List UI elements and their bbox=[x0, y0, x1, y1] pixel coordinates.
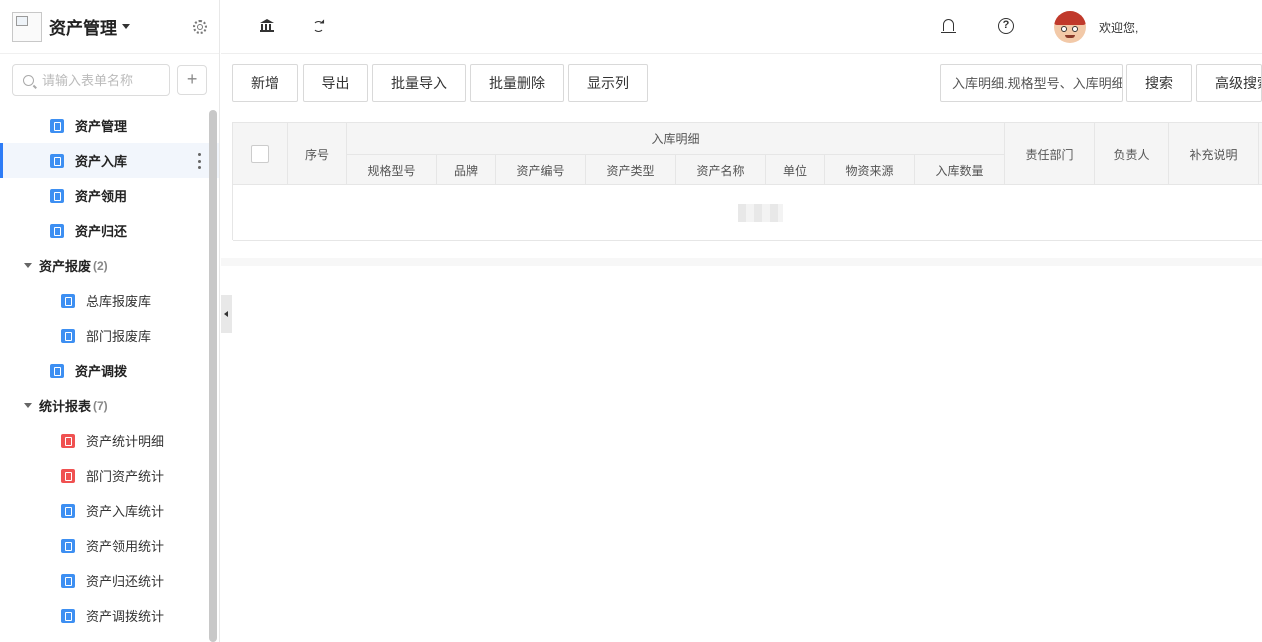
col-brand[interactable]: 品牌 bbox=[437, 154, 496, 185]
sidebar-item-label: 资产归还 bbox=[75, 224, 128, 239]
sidebar-item-asset-inbound[interactable]: 资产入库 bbox=[0, 143, 219, 178]
sidebar-item-label: 资产归还统计 bbox=[86, 574, 165, 589]
loading-placeholder bbox=[738, 204, 783, 222]
sidebar-item-asset-return[interactable]: 资产归还 bbox=[0, 213, 219, 248]
document-icon bbox=[61, 538, 75, 553]
sidebar-item-label: 资产统计明细 bbox=[86, 434, 165, 449]
sidebar-item-asset-management[interactable]: 资产管理 bbox=[0, 108, 219, 143]
sidebar-item-label: 资产调拨 bbox=[75, 364, 128, 379]
bell-icon[interactable] bbox=[941, 19, 956, 33]
avatar[interactable] bbox=[1054, 11, 1086, 43]
col-group-inbound-detail: 入库明细 bbox=[347, 123, 1005, 154]
document-icon bbox=[61, 468, 75, 483]
document-icon bbox=[50, 223, 64, 238]
refresh-icon[interactable] bbox=[313, 21, 324, 32]
sidebar-item-label: 部门资产统计 bbox=[86, 469, 165, 484]
sidebar-item-asset-requisition[interactable]: 资产领用 bbox=[0, 178, 219, 213]
help-icon[interactable]: ? bbox=[998, 18, 1014, 34]
document-icon bbox=[50, 153, 64, 168]
sidebar-header: 资产管理 bbox=[0, 0, 219, 54]
col-asset-code[interactable]: 资产编号 bbox=[496, 154, 586, 185]
document-icon bbox=[61, 608, 75, 623]
sidebar-item-inbound-stats[interactable]: 资产入库统计 bbox=[0, 493, 219, 528]
sidebar-item-dept-scrap-library[interactable]: 部门报废库 bbox=[0, 318, 219, 353]
col-owner[interactable]: 负责人 bbox=[1095, 123, 1169, 185]
select-all-cell bbox=[233, 123, 288, 185]
advanced-search-button[interactable]: 高级搜索 bbox=[1196, 64, 1262, 102]
search-icon bbox=[23, 74, 34, 86]
sidebar-group-statistics[interactable]: 统计报表 (7) bbox=[0, 388, 219, 423]
col-responsible-dept[interactable]: 责任部门 bbox=[1005, 123, 1095, 185]
gear-icon[interactable] bbox=[193, 19, 207, 34]
show-columns-button[interactable]: 显示列 bbox=[568, 64, 648, 102]
batch-delete-button[interactable]: 批量删除 bbox=[470, 64, 564, 102]
sidebar-item-label: 资产入库 bbox=[75, 154, 128, 169]
sidebar-item-label: 总库报废库 bbox=[86, 294, 152, 309]
sidebar-group-label: 统计报表 bbox=[39, 399, 92, 414]
record-search-input[interactable] bbox=[941, 65, 1122, 101]
triangle-down-icon bbox=[24, 263, 32, 268]
more-vertical-icon[interactable] bbox=[198, 153, 201, 169]
col-unit[interactable]: 单位 bbox=[766, 154, 825, 185]
sidebar-item-label: 资产领用 bbox=[75, 189, 128, 204]
record-search-box[interactable] bbox=[940, 64, 1123, 102]
sidebar-group-asset-scrap[interactable]: 资产报废 (2) bbox=[0, 248, 219, 283]
col-index[interactable]: 序号 bbox=[288, 123, 347, 185]
col-spec-model[interactable]: 规格型号 bbox=[347, 154, 437, 185]
sidebar-group-label: 资产报废 bbox=[39, 259, 92, 274]
table-header: 序号 入库明细 规格型号 品牌 资产编号 资产类型 资产名称 单位 物资来源 入… bbox=[233, 123, 1262, 185]
add-button[interactable]: 新增 bbox=[232, 64, 298, 102]
group-count: (2) bbox=[93, 258, 108, 273]
triangle-down-icon bbox=[24, 403, 32, 408]
sidebar-item-transfer-stats[interactable]: 资产调拨统计 bbox=[0, 598, 219, 633]
add-form-button[interactable]: + bbox=[177, 65, 207, 95]
topbar: ? 欢迎您, bbox=[221, 0, 1262, 54]
toolbar: 新增 导出 批量导入 批量删除 显示列 搜索 高级搜索 bbox=[232, 64, 1262, 102]
search-button[interactable]: 搜索 bbox=[1126, 64, 1192, 102]
document-icon bbox=[61, 503, 75, 518]
app-title[interactable]: 资产管理 bbox=[49, 14, 117, 39]
app-logo bbox=[12, 11, 42, 42]
sidebar-search-row: + bbox=[0, 54, 219, 96]
select-all-checkbox[interactable] bbox=[251, 145, 269, 163]
sidebar-item-label: 部门报废库 bbox=[86, 329, 152, 344]
col-note[interactable]: 补充说明 bbox=[1169, 123, 1259, 185]
document-icon bbox=[50, 363, 64, 378]
sidebar-collapse-handle[interactable] bbox=[221, 295, 232, 333]
bank-icon[interactable] bbox=[260, 19, 274, 32]
sidebar-item-return-stats[interactable]: 资产归还统计 bbox=[0, 563, 219, 598]
document-icon bbox=[50, 188, 64, 203]
col-asset-type[interactable]: 资产类型 bbox=[586, 154, 676, 185]
content-divider bbox=[221, 258, 1262, 266]
sidebar-item-asset-stats-detail[interactable]: 资产统计明细 bbox=[0, 423, 219, 458]
document-icon bbox=[61, 293, 75, 308]
caret-down-icon[interactable] bbox=[122, 24, 130, 29]
sidebar-item-dept-asset-stats[interactable]: 部门资产统计 bbox=[0, 458, 219, 493]
sidebar-scrollbar[interactable] bbox=[209, 110, 217, 642]
welcome-text: 欢迎您, bbox=[1099, 21, 1139, 35]
table-body bbox=[233, 185, 1262, 241]
sidebar-item-label: 资产管理 bbox=[75, 119, 128, 134]
form-search-box[interactable] bbox=[12, 64, 171, 96]
document-icon bbox=[61, 328, 75, 343]
sidebar-item-main-scrap-library[interactable]: 总库报废库 bbox=[0, 283, 219, 318]
col-inbound-qty[interactable]: 入库数量 bbox=[915, 154, 1005, 185]
sidebar-nav: 资产管理 资产入库 资产领用 资产归还 资产报废 (2) 总库报废库 部门报废库 bbox=[0, 108, 219, 633]
sidebar: 资产管理 + 资产管理 资产入库 资产领用 资产归还 资产报废 bbox=[0, 0, 220, 642]
form-search-input[interactable] bbox=[42, 72, 162, 88]
export-button[interactable]: 导出 bbox=[303, 64, 368, 102]
col-material-source[interactable]: 物资来源 bbox=[825, 154, 915, 185]
sidebar-item-label: 资产入库统计 bbox=[86, 504, 165, 519]
document-icon bbox=[61, 573, 75, 588]
document-icon bbox=[61, 433, 75, 448]
group-count: (7) bbox=[93, 398, 108, 413]
batch-import-button[interactable]: 批量导入 bbox=[372, 64, 466, 102]
col-asset-name[interactable]: 资产名称 bbox=[676, 154, 766, 185]
data-table: 序号 入库明细 规格型号 品牌 资产编号 资产类型 资产名称 单位 物资来源 入… bbox=[232, 122, 1262, 241]
sidebar-item-asset-transfer[interactable]: 资产调拨 bbox=[0, 353, 219, 388]
sidebar-item-label: 资产领用统计 bbox=[86, 539, 165, 554]
sidebar-item-requisition-stats[interactable]: 资产领用统计 bbox=[0, 528, 219, 563]
sidebar-item-label: 资产调拨统计 bbox=[86, 609, 165, 624]
document-icon bbox=[50, 118, 64, 133]
